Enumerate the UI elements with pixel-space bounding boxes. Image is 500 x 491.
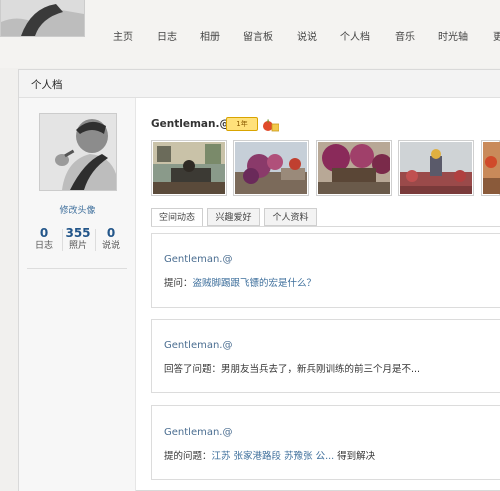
apple-badge-icon[interactable] <box>262 117 280 132</box>
photo-thumbnail[interactable] <box>481 140 500 196</box>
feed-item-prefix: 回答了问题： <box>164 364 222 375</box>
feed-item-link[interactable]: 盗贼脚踢跟飞镖的宏是什么？ <box>193 278 317 289</box>
stat-shuoshuo-label: 说说 <box>101 241 120 251</box>
feed-item-link[interactable]: 男朋友当兵去了，新兵刚训练的前三个月是不... <box>221 364 420 375</box>
panel-header: 个人档 <box>19 70 500 98</box>
stat-photos[interactable]: 355 照片 <box>61 226 95 252</box>
edit-avatar-link[interactable]: 修改头像 <box>19 203 136 216</box>
feed-item: Gentleman.@ 回答了问题：男朋友当兵去了，新兵刚训练的前三个月是不..… <box>151 319 500 393</box>
sidebar-divider <box>27 268 127 269</box>
stat-blog[interactable]: 0 日志 <box>27 226 61 252</box>
photo-thumbnail[interactable] <box>398 140 474 196</box>
feed-item-author[interactable]: Gentleman.@ <box>164 340 232 351</box>
feed-item: Gentleman.@ 提的问题：江苏 张家港路段 苏豫张 公... 得到解决 <box>151 405 500 480</box>
tab-personal-info[interactable]: 个人资料 <box>264 208 317 226</box>
stat-photos-count: 355 <box>65 226 91 240</box>
feed-item-prefix: 提的问题： <box>164 451 212 462</box>
stat-blog-count: 0 <box>39 226 49 240</box>
nav-shuoshuo[interactable]: 说说 <box>297 28 317 43</box>
photo-thumbnail[interactable] <box>151 140 227 196</box>
main-nav: 主页 日志 相册 留言板 说说 个人档 音乐 时光轴 更 <box>0 28 500 44</box>
feed-item-author[interactable]: Gentleman.@ <box>164 254 232 265</box>
feed-item-text: 提问：盗贼脚踢跟飞镖的宏是什么？ <box>164 275 316 289</box>
nav-music[interactable]: 音乐 <box>395 28 415 43</box>
tab-space-activity[interactable]: 空间动态 <box>151 208 203 227</box>
feed-item-prefix: 提问： <box>164 278 193 289</box>
stat-blog-label: 日志 <box>34 241 53 251</box>
year-badge[interactable]: 1年 <box>226 117 258 131</box>
feed-item-suffix: 得到解决 <box>334 451 376 462</box>
panel-title: 个人档 <box>31 79 63 91</box>
profile-sidebar: 修改头像 0 日志 355 照片 0 说说 <box>19 98 136 491</box>
profile-avatar[interactable] <box>39 113 117 191</box>
nav-profile[interactable]: 个人档 <box>340 28 370 43</box>
feed-item-link[interactable]: 江苏 张家港路段 苏豫张 公... <box>212 451 335 462</box>
tab-underline <box>151 226 500 227</box>
nav-blog[interactable]: 日志 <box>157 28 177 43</box>
stat-shuoshuo-count: 0 <box>106 226 116 240</box>
top-header: 主页 日志 相册 留言板 说说 个人档 音乐 时光轴 更 <box>0 0 500 68</box>
feed-item-author[interactable]: Gentleman.@ <box>164 427 232 438</box>
nav-timeline[interactable]: 时光轴 <box>438 28 468 43</box>
tab-interests[interactable]: 兴趣爱好 <box>207 208 260 226</box>
stat-photos-label: 照片 <box>68 241 87 251</box>
nav-more[interactable]: 更 <box>493 28 500 43</box>
photo-thumbnail[interactable] <box>316 140 392 196</box>
stat-shuoshuo[interactable]: 0 说说 <box>94 226 128 252</box>
nav-guestbook[interactable]: 留言板 <box>243 28 273 43</box>
feed-item: Gentleman.@ 提问：盗贼脚踢跟飞镖的宏是什么？ <box>151 233 500 308</box>
profile-username[interactable]: Gentleman.@ <box>151 118 230 130</box>
feed-item-text: 回答了问题：男朋友当兵去了，新兵刚训练的前三个月是不... <box>164 361 420 375</box>
photo-thumbnail[interactable] <box>233 140 309 196</box>
nav-album[interactable]: 相册 <box>200 28 220 43</box>
feed-item-text: 提的问题：江苏 张家港路段 苏豫张 公... 得到解决 <box>164 448 375 462</box>
nav-home[interactable]: 主页 <box>113 28 133 43</box>
